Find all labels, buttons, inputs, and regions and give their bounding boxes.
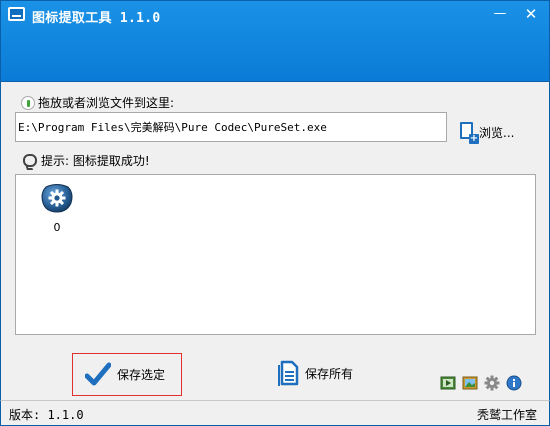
file-path-input[interactable] — [15, 112, 447, 142]
window-title: 图标提取工具 1.1.0 — [32, 11, 161, 26]
minimize-button[interactable]: — — [489, 5, 511, 23]
tool-icons — [440, 375, 522, 391]
browse-label: 浏览... — [479, 125, 515, 140]
checkmark-icon — [85, 362, 111, 385]
document-icon — [278, 360, 299, 386]
app-window-icon — [8, 7, 25, 21]
close-button[interactable]: ✕ — [520, 5, 542, 23]
status-bar: 版本: 1.1.0 秃鹫工作室 — [0, 400, 550, 426]
save-all-label: 保存所有 — [305, 366, 354, 381]
tip-row: 提示: 图标提取成功! — [23, 152, 150, 169]
play-media-icon[interactable] — [440, 375, 456, 391]
settings-gear-icon[interactable] — [484, 375, 500, 391]
save-selected-button[interactable]: 保存选定 — [72, 353, 182, 396]
info-icon — [21, 95, 35, 110]
main-panel: 拖放或者浏览文件到这里: + 浏览... 提示: 图标提取成功! — [0, 82, 550, 400]
save-all-button[interactable]: 保存所有 — [277, 360, 353, 386]
drop-area-label: 拖放或者浏览文件到这里: — [38, 96, 175, 110]
drop-area-label-row: 拖放或者浏览文件到这里: — [21, 94, 174, 111]
add-file-icon: + — [459, 122, 479, 144]
speech-bubble-icon — [23, 154, 37, 167]
image-icon[interactable] — [462, 375, 478, 391]
title-bar: 图标提取工具 1.1.0 — ✕ — [0, 0, 550, 82]
tip-text: 提示: 图标提取成功! — [41, 154, 150, 168]
save-selected-label: 保存选定 — [117, 368, 166, 382]
gear-blob-icon — [41, 184, 73, 213]
version-label: 版本: 1.1.0 — [9, 408, 84, 422]
icon-list[interactable]: 0 — [15, 174, 536, 335]
browse-button[interactable]: + 浏览... — [459, 122, 515, 144]
info-icon[interactable] — [506, 375, 522, 391]
list-item[interactable]: 0 — [38, 183, 76, 234]
studio-label: 秃鹫工作室 — [476, 408, 537, 422]
icon-index-label: 0 — [53, 221, 61, 234]
